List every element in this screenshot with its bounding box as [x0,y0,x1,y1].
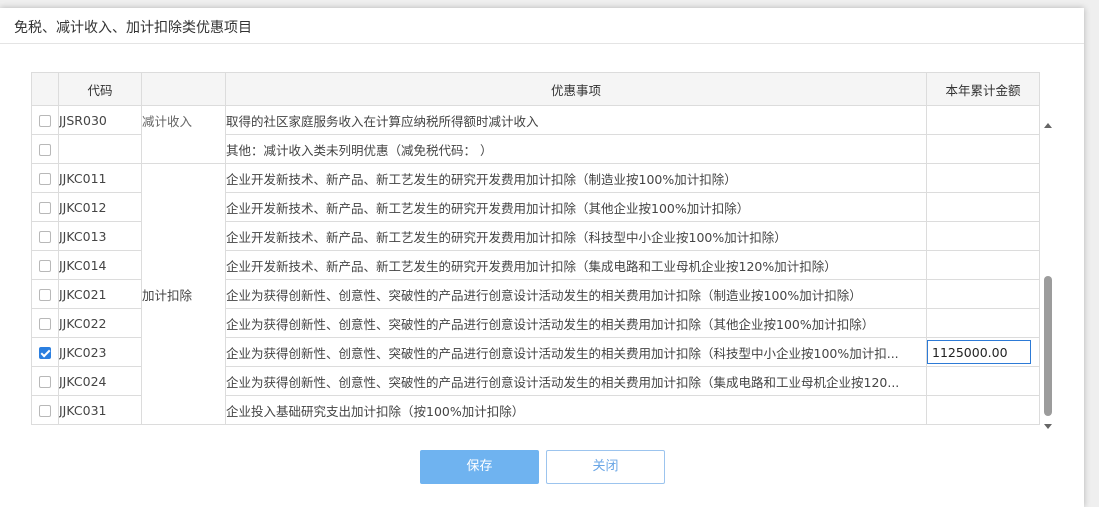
row-item: 其他：减计收入类未列明优惠（减免税代码： ） [225,134,927,164]
row-amount[interactable] [926,134,1040,164]
header-code: 代码 [58,72,142,106]
row-checkbox[interactable] [39,260,51,272]
table-header-row: 代码 优惠事项 本年累计金额 [31,72,1040,106]
row-amount[interactable] [926,250,1040,280]
row-code: JJSR030 [58,105,142,135]
row-item: 企业为获得创新性、创意性、突破性的产品进行创意设计活动发生的相关费用加计扣除（集… [225,366,927,396]
header-amount: 本年累计金额 [926,72,1040,106]
row-item: 企业开发新技术、新产品、新工艺发生的研究开发费用加计扣除（其他企业按100%加计… [225,192,927,222]
row-item: 取得的社区家庭服务收入在计算应纳税所得额时减计收入 [225,105,927,135]
row-check-cell [31,134,59,164]
row-check-cell [31,366,59,396]
row-check-cell [31,250,59,280]
row-code: JJKC021 [58,279,142,309]
row-checkbox-checked[interactable] [39,347,51,359]
row-item: 企业开发新技术、新产品、新工艺发生的研究开发费用加计扣除（制造业按100%加计扣… [225,163,927,193]
row-checkbox[interactable] [39,289,51,301]
row-amount-cell [926,337,1040,367]
row-check-cell [31,192,59,222]
table-row: JJKC011 加计扣除 企业开发新技术、新产品、新工艺发生的研究开发费用加计扣… [31,163,1040,425]
row-amount[interactable] [926,366,1040,396]
row-code: JJKC014 [58,250,142,280]
row-code: JJKC012 [58,192,142,222]
row-amount[interactable] [926,279,1040,309]
row-checkbox[interactable] [39,231,51,243]
row-item: 企业开发新技术、新产品、新工艺发生的研究开发费用加计扣除（科技型中小企业按100… [225,221,927,251]
row-code: JJKC031 [58,395,142,425]
dialog-title: 免税、减计收入、加计扣除类优惠项目 [14,20,252,36]
row-amount[interactable] [926,163,1040,193]
row-check-cell [31,308,59,338]
row-check-cell [31,337,59,367]
row-check-cell [31,163,59,193]
row-item: 企业为获得创新性、创意性、突破性的产品进行创意设计活动发生的相关费用加计扣除（其… [225,308,927,338]
row-checkbox[interactable] [39,405,51,417]
scrollbar-thumb[interactable] [1044,276,1052,416]
category-label-reduction: 减计收入 [142,114,193,129]
row-item: 企业为获得创新性、创意性、突破性的产品进行创意设计活动发生的相关费用加计扣除（科… [225,337,927,367]
scroll-up-arrow-icon[interactable] [1044,123,1052,128]
row-checkbox[interactable] [39,318,51,330]
row-code: JJKC023 [58,337,142,367]
row-code: JJKC024 [58,366,142,396]
row-check-cell [31,105,59,135]
row-code: JJKC013 [58,221,142,251]
items-table: 代码 优惠事项 本年累计金额 JJSR030 减计收入 取得的社区家庭服务收入在… [31,72,1040,425]
row-item: 企业为获得创新性、创意性、突破性的产品进行创意设计活动发生的相关费用加计扣除（制… [225,279,927,309]
row-check-cell [31,279,59,309]
header-check [31,72,59,106]
row-amount[interactable] [926,105,1040,135]
row-code: JJKC022 [58,308,142,338]
row-checkbox[interactable] [39,144,51,156]
row-amount[interactable] [926,192,1040,222]
save-button[interactable]: 保存 [420,450,539,484]
row-code: JJKC011 [58,163,142,193]
row-amount[interactable] [926,395,1040,425]
dialog-header: 免税、减计收入、加计扣除类优惠项目 [0,8,1084,44]
items-table-container[interactable]: 代码 优惠事项 本年累计金额 JJSR030 减计收入 取得的社区家庭服务收入在… [31,72,1055,432]
row-checkbox[interactable] [39,376,51,388]
table-scrollbar[interactable] [1042,116,1054,434]
row-item: 企业投入基础研究支出加计扣除（按100%加计扣除） [225,395,927,425]
table-row: JJSR030 减计收入 取得的社区家庭服务收入在计算应纳税所得额时减计收入 [31,105,1040,164]
row-checkbox[interactable] [39,173,51,185]
row-checkbox[interactable] [39,115,51,127]
category-cell-reduction: 减计收入 [141,105,226,164]
preferential-items-dialog: 免税、减计收入、加计扣除类优惠项目 代码 优惠事项 本年累计金额 JJSR030… [0,8,1084,507]
category-cell-deduction: 加计扣除 [141,163,226,425]
row-check-cell [31,221,59,251]
row-amount[interactable] [926,308,1040,338]
amount-input[interactable] [927,340,1031,364]
row-amount[interactable] [926,221,1040,251]
scroll-down-arrow-icon[interactable] [1044,424,1052,429]
row-item: 企业开发新技术、新产品、新工艺发生的研究开发费用加计扣除（集成电路和工业母机企业… [225,250,927,280]
row-check-cell [31,395,59,425]
header-item: 优惠事项 [225,72,927,106]
close-button[interactable]: 关闭 [546,450,665,484]
header-category [141,72,226,106]
row-checkbox[interactable] [39,202,51,214]
row-code [58,134,142,164]
